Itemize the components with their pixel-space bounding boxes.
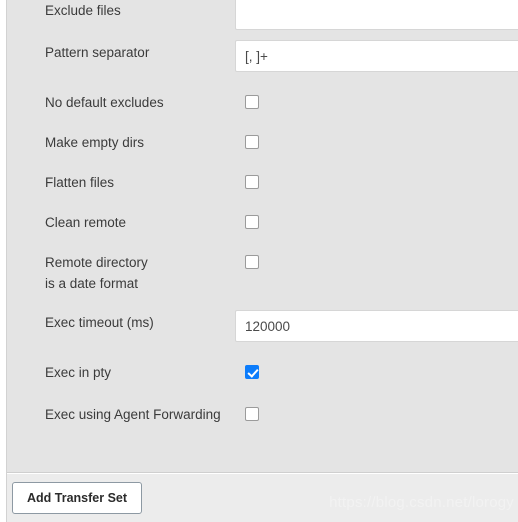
- checkbox-clean-remote[interactable]: [245, 215, 259, 229]
- label-exclude-files: Exclude files: [45, 3, 121, 18]
- checkbox-exec-using-agent-forwarding[interactable]: [245, 407, 259, 421]
- input-exclude-files[interactable]: [235, 0, 518, 30]
- form-row-no-default-excludes: No default excludes: [7, 94, 518, 134]
- settings-panel-screen: Exclude files Pattern separator No default…: [0, 0, 518, 522]
- label-no-default-excludes: No default excludes: [45, 95, 164, 110]
- form-row-flatten-files: Flatten files: [7, 174, 518, 214]
- label-exec-in-pty: Exec in pty: [45, 365, 112, 380]
- form-row-make-empty-dirs: Make empty dirs: [7, 134, 518, 174]
- watermark-text: https://blog.csdn.net/lorogy: [329, 494, 514, 511]
- form-row-exec-in-pty: Exec in pty: [7, 364, 518, 404]
- input-pattern-separator[interactable]: [235, 40, 518, 72]
- label-pattern-separator: Pattern separator: [45, 45, 150, 60]
- label-remote-directory-is-a-date-format: Remote directory: [45, 255, 148, 270]
- form-row-exec-using-agent-forwarding: Exec using Agent Forwarding: [7, 406, 518, 446]
- transfer-settings-panel: Exclude files Pattern separator No default…: [7, 0, 518, 473]
- label-remote-directory-is-a-date-format-line2: is a date format: [45, 276, 139, 291]
- checkbox-remote-directory-is-a-date-format[interactable]: [245, 255, 259, 269]
- form-row-exclude-files: Exclude files: [7, 0, 518, 42]
- form-row-exec-timeout-ms: Exec timeout (ms): [7, 310, 518, 354]
- form-row-clean-remote: Clean remote: [7, 214, 518, 254]
- label-exec-using-agent-forwarding: Exec using Agent Forwarding: [45, 407, 221, 422]
- checkbox-flatten-files[interactable]: [245, 175, 259, 189]
- form-row-remote-directory-is-a-date-format: Remote directory is a date format: [7, 254, 518, 294]
- add-transfer-set-button[interactable]: Add Transfer Set: [12, 482, 143, 514]
- label-exec-timeout-ms: Exec timeout (ms): [45, 315, 154, 330]
- input-exec-timeout-ms[interactable]: [235, 310, 518, 342]
- checkbox-exec-in-pty[interactable]: [245, 365, 259, 379]
- checkbox-make-empty-dirs[interactable]: [245, 135, 259, 149]
- checkbox-no-default-excludes[interactable]: [245, 95, 259, 109]
- panel-footer: Add Transfer Set https://blog.csdn.net/l…: [7, 474, 518, 522]
- label-clean-remote: Clean remote: [45, 215, 127, 230]
- label-flatten-files: Flatten files: [45, 175, 115, 190]
- label-make-empty-dirs: Make empty dirs: [45, 135, 145, 150]
- form-row-pattern-separator: Pattern separator: [7, 40, 518, 84]
